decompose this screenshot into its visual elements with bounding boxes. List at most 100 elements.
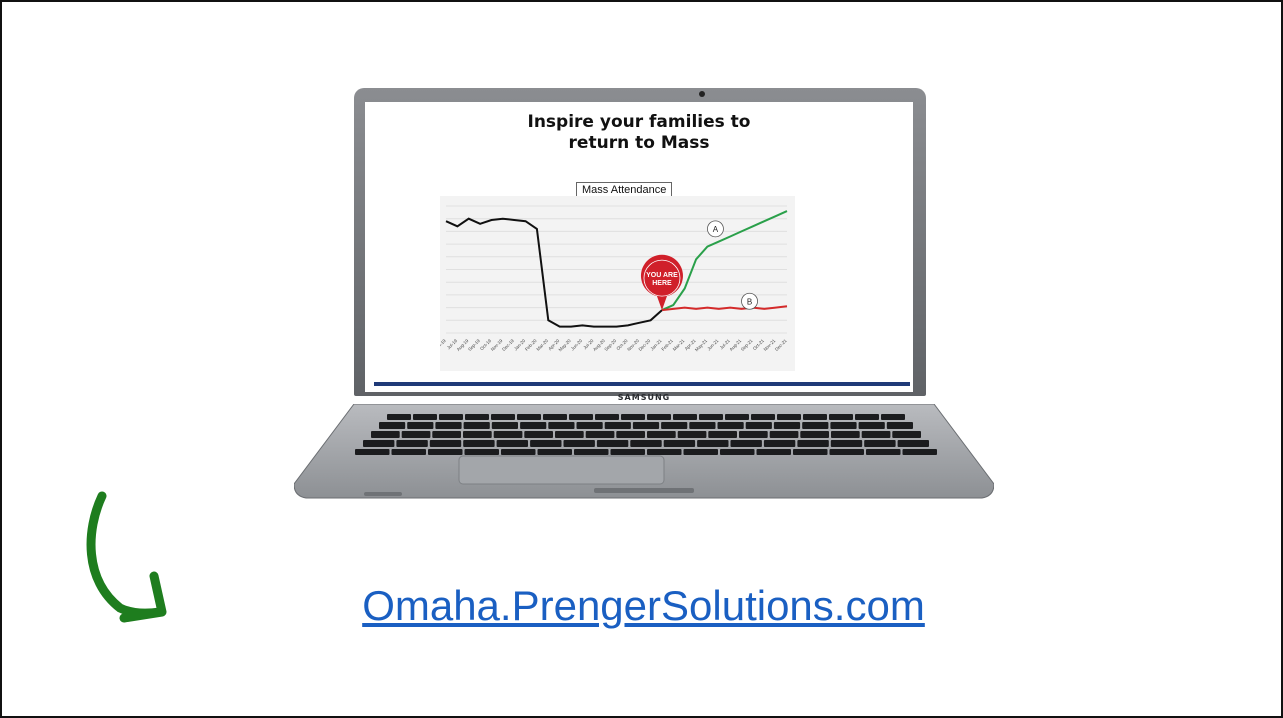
keyboard-key bbox=[595, 414, 619, 420]
x-tick-label: Jun-21 bbox=[706, 338, 720, 352]
keyboard-key bbox=[769, 431, 799, 438]
keyboard-key bbox=[751, 414, 775, 420]
keyboard-key bbox=[647, 414, 671, 420]
keyboard-key bbox=[371, 431, 400, 438]
keyboard-key bbox=[800, 431, 829, 438]
keyboard-key bbox=[886, 422, 913, 429]
keyboard-key bbox=[604, 422, 631, 429]
keyboard-key bbox=[563, 440, 595, 447]
marker-text-line1: YOU ARE bbox=[646, 272, 678, 279]
keyboard-key bbox=[491, 422, 518, 429]
keyboard-key bbox=[621, 414, 645, 420]
keyboard-key bbox=[548, 422, 575, 429]
keyboard-key bbox=[630, 440, 662, 447]
webcam-icon bbox=[699, 91, 705, 97]
keyboard-key bbox=[830, 422, 857, 429]
keyboard-key bbox=[861, 431, 891, 438]
x-tick-label: Mar-21 bbox=[672, 338, 686, 352]
x-tick-label: May-20 bbox=[558, 338, 572, 352]
keyboard-key bbox=[524, 431, 553, 438]
keyboard-key bbox=[739, 431, 768, 438]
keyboard-key bbox=[708, 431, 737, 438]
x-tick-label: Dec-19 bbox=[501, 338, 515, 352]
keyboard-key bbox=[401, 431, 431, 438]
keyboard-key bbox=[830, 440, 863, 447]
keyboard-key bbox=[632, 422, 660, 429]
keyboard-key bbox=[773, 422, 801, 429]
x-tick-label: Sep-20 bbox=[603, 338, 617, 352]
keyboard-key bbox=[610, 449, 645, 455]
slide: Inspire your families to return to Mass … bbox=[0, 0, 1283, 718]
keyboard-key bbox=[892, 431, 921, 438]
keyboard-key bbox=[803, 414, 827, 420]
keyboard-key bbox=[881, 414, 905, 420]
keyboard-key bbox=[543, 414, 567, 420]
keyboard-key bbox=[464, 449, 499, 455]
keyboard-key bbox=[777, 414, 801, 420]
keyboard-key bbox=[569, 414, 593, 420]
keyboard-key bbox=[555, 431, 584, 438]
keyboard-key bbox=[616, 431, 645, 438]
keyboard-key bbox=[864, 440, 896, 447]
keyboard-key bbox=[530, 440, 562, 447]
keyboard-key bbox=[585, 431, 615, 438]
keyboard-key bbox=[683, 449, 718, 455]
laptop-lid: Inspire your families to return to Mass … bbox=[354, 88, 926, 396]
keyboard-key bbox=[829, 414, 853, 420]
series-label-A: A bbox=[713, 225, 719, 234]
keyboard-key bbox=[465, 414, 489, 420]
keyboard-key bbox=[697, 440, 729, 447]
keyboard-key bbox=[463, 431, 492, 438]
keyboard-key bbox=[647, 449, 682, 455]
keyboard-key bbox=[435, 422, 462, 429]
keyboard-key bbox=[866, 449, 901, 455]
keyboard-key bbox=[537, 449, 572, 455]
keyboard-key bbox=[802, 422, 829, 429]
x-tick-label: Sep-19 bbox=[467, 338, 481, 352]
keyboard-key bbox=[756, 449, 791, 455]
keyboard-key bbox=[745, 422, 772, 429]
keyboard-key bbox=[363, 440, 395, 447]
keyboard-key bbox=[897, 440, 929, 447]
laptop-image: Inspire your families to return to Mass … bbox=[294, 84, 994, 524]
keyboard-key bbox=[725, 414, 749, 420]
series-line-B bbox=[661, 305, 788, 312]
keyboard-key bbox=[797, 440, 829, 447]
keyboard-key bbox=[463, 422, 490, 429]
screen-footer-bar bbox=[374, 382, 910, 386]
keyboard-key bbox=[379, 422, 406, 429]
keyboard-key bbox=[387, 414, 411, 420]
laptop-keyboard-base bbox=[294, 404, 994, 499]
keyboard-key bbox=[677, 431, 707, 438]
keyboard-key bbox=[858, 422, 885, 429]
trackpad bbox=[458, 455, 665, 485]
keyboard-key bbox=[439, 414, 463, 420]
keyboard-key bbox=[413, 414, 437, 420]
x-tick-label: Sep-21 bbox=[740, 338, 754, 352]
keyboard-key bbox=[491, 414, 515, 420]
keyboard-key bbox=[647, 431, 676, 438]
keyboard-key bbox=[493, 431, 523, 438]
keyboard-key bbox=[496, 440, 528, 447]
keyboard-key bbox=[661, 422, 688, 429]
keyboard-key bbox=[829, 449, 864, 455]
keyboard-key bbox=[520, 422, 547, 429]
keyboard-key bbox=[429, 440, 462, 447]
keyboard-key bbox=[463, 440, 495, 447]
keyboard-key bbox=[763, 440, 796, 447]
keyboard-key bbox=[730, 440, 762, 447]
marker-text-line2: HERE bbox=[652, 280, 672, 287]
series-line-history bbox=[445, 217, 663, 328]
keyboard-key bbox=[432, 431, 461, 438]
keyboard-key bbox=[391, 449, 426, 455]
keyboard-key bbox=[596, 440, 629, 447]
website-link[interactable]: Omaha.PrengerSolutions.com bbox=[2, 580, 1283, 632]
keyboard-key bbox=[689, 422, 716, 429]
keyboard-key bbox=[396, 440, 428, 447]
x-tick-label: Dec-20 bbox=[638, 338, 652, 352]
chart-area: Jun-19 Jul-19 Aug-19 Sep-19 Oct-19 Nov-19 Dec-… bbox=[440, 196, 795, 371]
keyboard-key bbox=[717, 422, 744, 429]
line-chart: Jun-19 Jul-19Aug-19Sep-19Oct-19Nov-19Dec-… bbox=[440, 205, 788, 352]
keyboard-key bbox=[501, 449, 536, 455]
series-label-B: B bbox=[747, 297, 752, 306]
